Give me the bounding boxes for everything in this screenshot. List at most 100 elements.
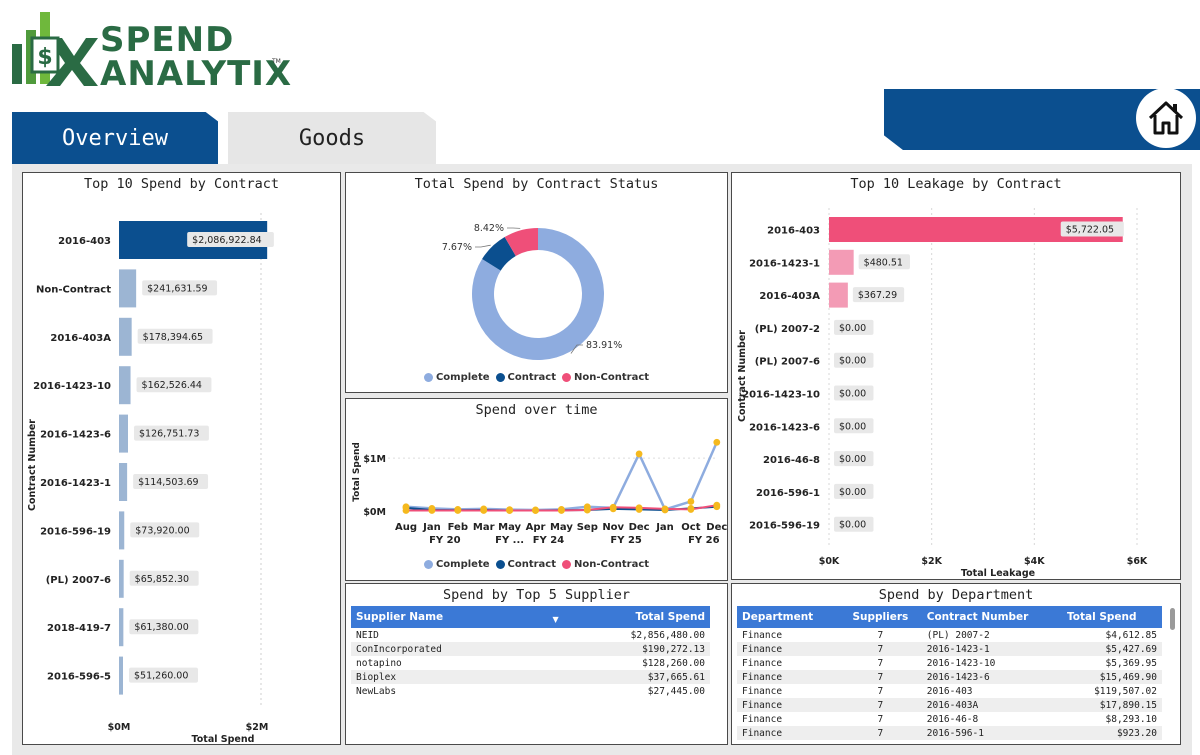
legend-non-contract-dot-icon [562,373,572,382]
col-supplier-name[interactable]: Supplier Name [351,606,508,628]
time-point[interactable] [402,507,410,514]
legend-time-complete-dot-icon [423,560,433,569]
leak-category-label: (PL) 2007-6 [755,357,820,368]
time-point[interactable] [480,507,488,514]
time-point[interactable] [635,504,643,512]
time-point[interactable] [713,438,721,446]
time-point[interactable] [558,507,565,514]
spend-bar[interactable] [119,559,124,598]
dept-spend-cell: $4,612.85 [1062,628,1162,642]
spend-bar[interactable] [119,463,128,501]
top-spend-chart: 2016-403 $2,086,922.84 Non-Contract $241,63… [27,213,274,744]
time-point[interactable] [661,505,669,513]
department-row[interactable]: Finance 7 2016-1423-6 $15,469.90 [737,670,1162,684]
time-point[interactable] [713,501,721,509]
time-xtick: Oct [681,522,700,533]
time-point[interactable] [609,503,617,511]
legend-complete-dot-icon [423,373,433,382]
time-point[interactable] [532,507,539,514]
department-cell: Finance [737,698,840,712]
department-row[interactable]: Finance 7 2016-403 $119,507.02 [737,684,1162,698]
svg-text:$178,394.65: $178,394.65 [143,332,203,343]
department-row[interactable]: Finance 7 2016-403A $17,890.15 [737,698,1162,712]
supplier-row[interactable]: notapino $128,260.00 [351,656,710,670]
leak-category-label: 2016-1423-10 [742,390,820,401]
department-row[interactable]: Finance 7 2016-596-1 $923.20 [737,726,1162,740]
supplier-row[interactable]: NewLabs $27,445.00 [351,684,710,698]
department-row[interactable]: Finance 7 2016-46-8 $8,293.10 [737,712,1162,726]
time-point[interactable] [635,450,643,458]
supplier-name-cell: Bioplex [351,670,508,684]
time-series-line[interactable] [405,441,718,512]
supplier-name-cell: NewLabs [351,684,508,698]
department-row[interactable]: Finance 7 2016-1423-10 $5,369.95 [737,656,1162,670]
time-point[interactable] [583,506,591,514]
dept-spend-cell: $923.20 [1062,726,1162,740]
spend-bar[interactable] [119,511,125,550]
legend-contract-dot-icon [495,373,505,382]
tab-goods[interactable]: Goods [228,112,436,164]
legend-time-non-contract: Non-Contract [562,559,649,570]
supplier-spend-cell: $190,272.13 [507,642,710,656]
spend-bar[interactable] [119,269,137,308]
spend-bar[interactable] [119,366,131,405]
leak-category-label: 2016-46-8 [763,455,820,466]
spend-bar[interactable] [119,608,124,647]
legend-time-non-contract-dot-icon [562,560,572,569]
spend-data-label: $126,751.73 [133,425,209,441]
time-xtick: Apr [526,522,546,533]
department-scrollbar[interactable] [1170,608,1175,630]
supplier-spend-cell: $27,445.00 [507,684,710,698]
spend-data-label: $114,503.69 [133,474,209,489]
spend-category-label: 2018-419-7 [47,623,111,634]
col-dept-total-spend[interactable]: Total Spend [1062,606,1162,628]
time-ytick: $1M [363,454,386,465]
leak-category-label: 2016-596-19 [749,521,820,532]
col-department[interactable]: Department [737,606,840,628]
spend-bar[interactable] [119,414,128,453]
leak-bar[interactable] [829,249,854,275]
leak-xlabel: Total Leakage [961,568,1035,579]
supplier-row[interactable]: Bioplex $37,665.61 [351,670,710,684]
time-point[interactable] [454,507,462,514]
tab-overview-label: Overview [62,125,168,151]
col-suppliers[interactable]: Suppliers [839,606,922,628]
spend-data-label: $178,394.65 [137,328,213,344]
department-panel: Spend by Department Department Suppliers… [731,583,1181,745]
suppliers-cell: 7 [839,670,922,684]
time-xtick: Dec [706,522,727,533]
home-button[interactable] [1136,88,1196,148]
spend-data-label: $241,631.59 [142,280,218,296]
dept-spend-cell: $5,427.69 [1062,642,1162,656]
tab-overview[interactable]: Overview [12,112,218,164]
leak-data-label: $0.00 [834,385,874,401]
time-point[interactable] [687,506,695,513]
department-title: Spend by Department [878,587,1034,603]
col-total-spend[interactable]: ▼ Total Spend [507,606,710,628]
time-xtick: Jan [422,522,441,533]
spend-data-label: $73,920.00 [130,522,200,538]
donut-leader-line [475,244,491,248]
time-point[interactable] [428,507,436,514]
top-leakage-panel: Top 10 Leakage by Contract $0K $2K $4K $6K T… [731,172,1181,580]
col-contract-number[interactable]: Contract Number [921,606,1063,628]
time-xtick: Sep [577,522,598,533]
supplier-row[interactable]: ConIncorporated $190,272.13 [351,642,710,656]
spend-data-label: $65,852.30 [129,570,199,586]
supplier-row[interactable]: NEID $2,856,480.00 [351,628,710,642]
time-xtick: Feb [448,522,468,533]
leak-xtick: $0K [819,556,840,567]
time-point[interactable] [687,498,695,505]
dept-spend-cell: $15,469.90 [1062,670,1162,684]
spend-category-label: 2016-596-5 [47,672,111,683]
department-row[interactable]: Finance 7 2016-1423-1 $5,427.69 [737,642,1162,656]
spend-category-label: Non-Contract [36,284,111,295]
department-cell: Finance [737,712,840,726]
donut-data-label: 7.67% [442,242,472,253]
contract-status-chart: 83.91% 7.67%8.42% [442,223,622,360]
department-row[interactable]: Finance 7 (PL) 2007-2 $4,612.85 [737,628,1162,642]
spend-bar[interactable] [119,317,132,356]
spend-bar[interactable] [119,656,123,695]
time-point[interactable] [506,507,513,514]
leak-bar[interactable] [829,282,848,308]
